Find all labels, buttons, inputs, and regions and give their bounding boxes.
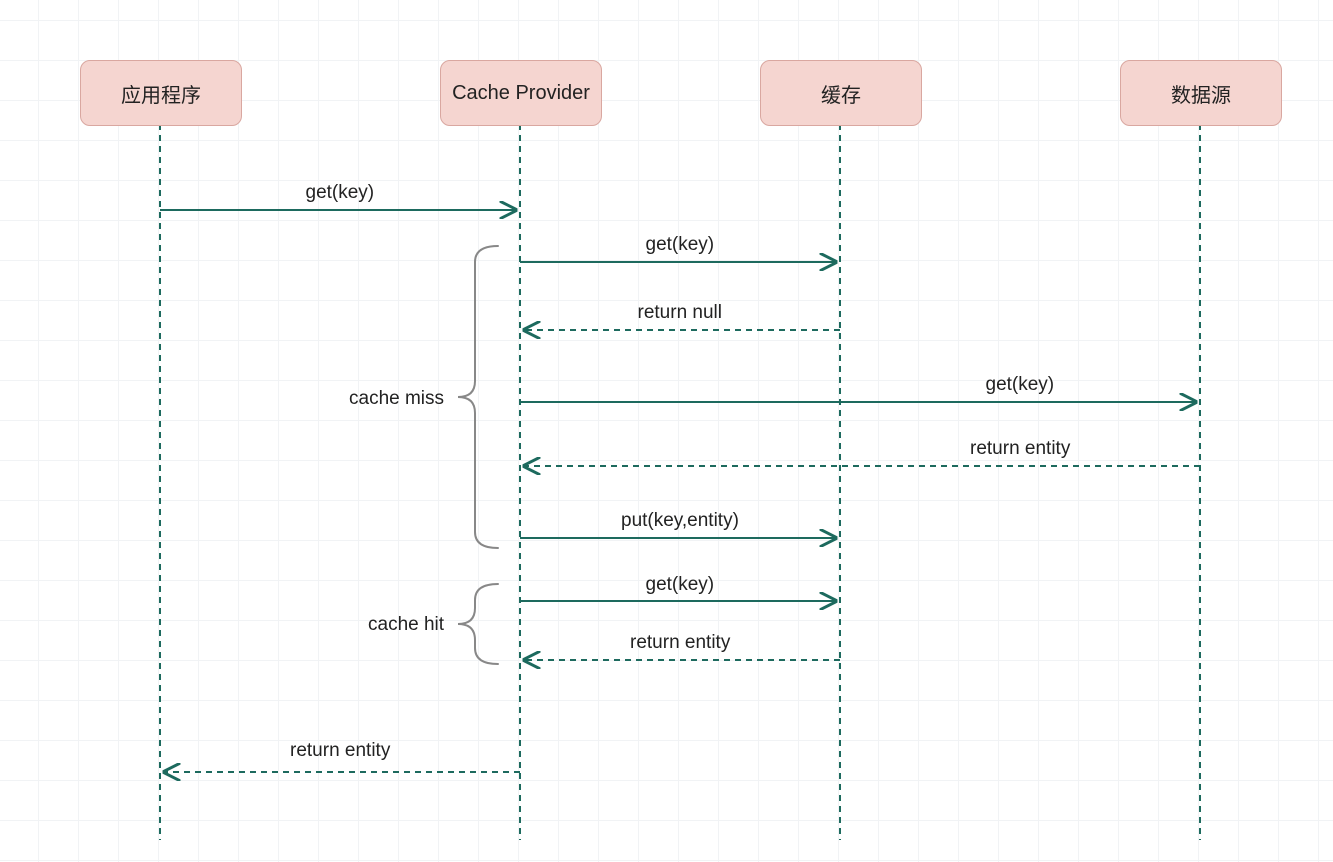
message-label: return null	[638, 302, 723, 324]
participant-source-label: 数据源	[1171, 79, 1231, 108]
group-label-cache-hit: cache hit	[368, 614, 444, 636]
message-label: get(key)	[646, 234, 715, 256]
participant-app: 应用程序	[80, 60, 242, 126]
message-label: return entity	[290, 740, 390, 762]
participant-provider: Cache Provider	[440, 60, 602, 126]
message-label: return entity	[630, 632, 730, 654]
participant-cache: 缓存	[760, 60, 922, 126]
message-label: put(key,entity)	[621, 510, 739, 532]
participant-provider-label: Cache Provider	[452, 82, 590, 105]
message-label: get(key)	[306, 182, 375, 204]
message-label: return entity	[970, 438, 1070, 460]
group-label-cache-miss: cache miss	[349, 388, 444, 410]
message-label: get(key)	[986, 374, 1055, 396]
participant-app-label: 应用程序	[121, 79, 201, 108]
participant-cache-label: 缓存	[821, 79, 861, 108]
participant-source: 数据源	[1120, 60, 1282, 126]
sequence-diagram-svg	[0, 0, 1333, 862]
message-label: get(key)	[646, 574, 715, 596]
